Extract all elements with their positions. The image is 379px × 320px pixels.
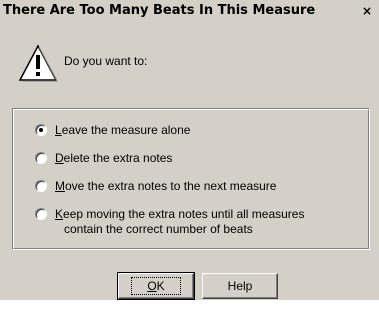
ok-label: K [156, 279, 165, 293]
dialog: There Are Too Many Beats In This Measure… [0, 0, 379, 300]
ok-button[interactable]: OK [117, 272, 195, 300]
option-mnemonic: K [55, 207, 64, 221]
prompt-text: Do you want to: [64, 54, 148, 68]
radio-leave-alone[interactable] [35, 124, 47, 136]
ok-mnemonic: O [147, 279, 157, 293]
radio-keep-moving[interactable] [35, 208, 47, 220]
option-label: eave the measure alone [61, 123, 191, 137]
option-mnemonic: D [55, 151, 64, 165]
option-label: eep moving the extra notes until all mea… [63, 207, 305, 221]
option-label-line2: contain the correct number of beats [64, 222, 253, 236]
warning-icon [18, 44, 58, 82]
radio-move-next[interactable] [35, 180, 47, 192]
help-button[interactable]: Help [202, 273, 278, 299]
option-keep-moving[interactable]: Keep moving the extra notes until all me… [35, 207, 304, 237]
option-move-next[interactable]: Move the extra notes to the next measure [35, 179, 276, 194]
option-label: ove the extra notes to the next measure [65, 179, 277, 193]
radio-delete-extra[interactable] [35, 152, 47, 164]
option-mnemonic: M [55, 179, 65, 193]
option-leave-alone[interactable]: Leave the measure alone [35, 123, 190, 138]
option-label: elete the extra notes [63, 151, 173, 165]
title-bar[interactable]: There Are Too Many Beats In This Measure… [0, 0, 379, 22]
option-mnemonic: L [55, 123, 62, 137]
help-label: Help [227, 279, 253, 293]
dialog-title: There Are Too Many Beats In This Measure [3, 3, 316, 18]
close-icon[interactable]: × [359, 4, 375, 18]
option-delete-extra[interactable]: Delete the extra notes [35, 151, 172, 166]
options-group: Leave the measure alone Delete the extra… [12, 108, 370, 250]
